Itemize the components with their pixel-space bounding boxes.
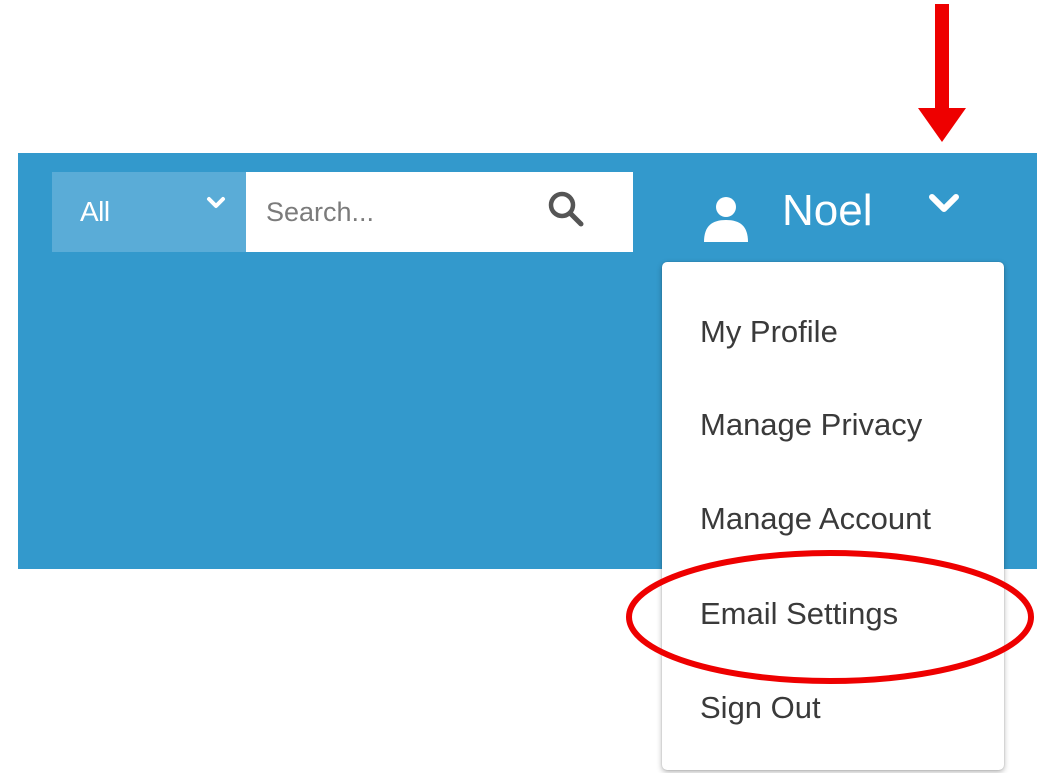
menu-item-manage-privacy[interactable]: Manage Privacy [700,407,922,443]
user-name: Noel [782,186,873,235]
search-input[interactable] [266,192,546,232]
chevron-down-icon[interactable] [204,194,228,212]
menu-item-sign-out[interactable]: Sign Out [700,690,821,726]
user-menu-toggle[interactable]: Noel [700,172,980,252]
user-icon [704,197,748,242]
annotation-highlight-ellipse [626,550,1034,684]
search-scope-label: All [80,196,110,227]
chevron-down-icon[interactable] [925,190,963,218]
search-icon[interactable] [546,189,586,229]
search-box [246,172,633,252]
menu-item-manage-account[interactable]: Manage Account [700,501,931,537]
annotation-arrow-icon [918,4,966,142]
user-dropdown-menu: My Profile Manage Privacy Manage Account… [662,262,1004,770]
menu-item-my-profile[interactable]: My Profile [700,314,838,350]
search-scope-select[interactable]: All [52,172,246,252]
